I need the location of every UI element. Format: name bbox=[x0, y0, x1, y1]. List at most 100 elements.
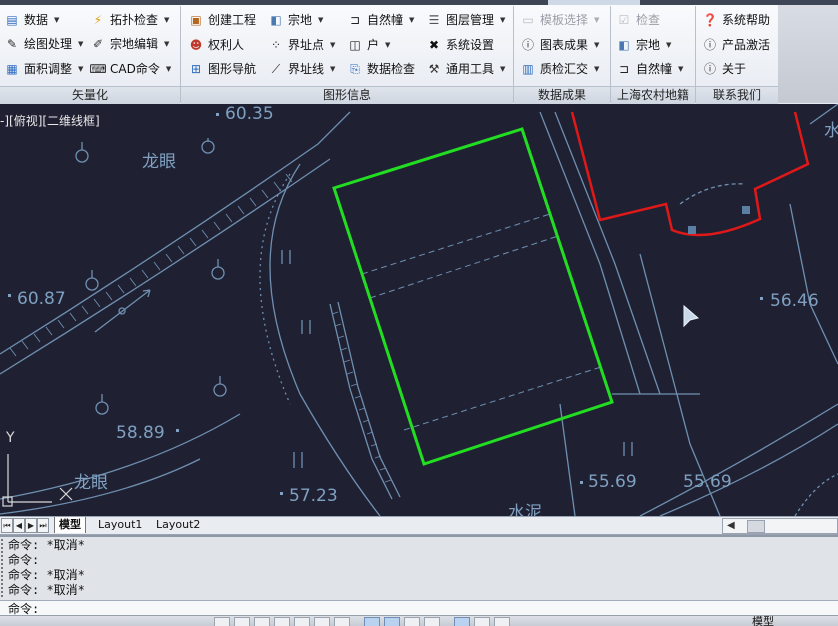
natural-building-button[interactable]: ⊐ 自然幢 ▼ bbox=[345, 10, 416, 30]
template-icon: ▭ bbox=[522, 13, 534, 27]
right-holder-button[interactable]: ☻ 权利人 bbox=[186, 35, 246, 55]
viewport-label[interactable]: -][俯视][二维线框] bbox=[0, 112, 100, 129]
command-history-line: 命令: *取消* bbox=[8, 568, 85, 582]
chevron-down-icon: ▼ bbox=[385, 41, 391, 49]
data-check-button[interactable]: ⎘ 数据检查 bbox=[345, 59, 417, 79]
parcel-button[interactable]: ◧ 宗地 ▼ bbox=[266, 10, 325, 30]
check-button[interactable]: ☑ 检查 bbox=[614, 10, 662, 30]
about-button[interactable]: ⓘ 关于 bbox=[700, 59, 748, 79]
command-history-line: 命令: *取消* bbox=[8, 538, 85, 552]
product-activation-button[interactable]: ⓘ 产品激活 bbox=[700, 35, 772, 55]
area-adjust-button[interactable]: ▦ 面积调整 ▼ bbox=[2, 59, 85, 79]
first-tab-button[interactable]: ⏮ bbox=[1, 518, 13, 533]
group-label-shanghai-cadastre: 上海农村地籍 bbox=[611, 86, 695, 104]
chevron-down-icon: ▼ bbox=[318, 16, 324, 24]
scroll-thumb[interactable] bbox=[747, 520, 765, 533]
last-tab-button[interactable]: ⏭ bbox=[37, 518, 49, 533]
group-label-contact: 联系我们 bbox=[696, 86, 778, 104]
chevron-down-icon: ▼ bbox=[500, 16, 506, 24]
command-history-line: 命令: *取消* bbox=[8, 583, 85, 597]
tools-icon: ⚒ bbox=[428, 62, 440, 76]
cad-drawing bbox=[0, 104, 838, 516]
scroll-left-icon[interactable]: ◀ bbox=[727, 519, 735, 533]
tab-layout2[interactable]: Layout2 bbox=[152, 517, 204, 533]
ribbon-empty-area bbox=[778, 5, 838, 103]
qc-summary-button[interactable]: ▥ 质检汇交 ▼ bbox=[518, 59, 601, 79]
cad-icon: ⌨ bbox=[89, 62, 107, 76]
data-check-icon: ⎘ bbox=[350, 62, 360, 76]
data-menu-button[interactable]: ▤ 数据 ▼ bbox=[2, 10, 61, 30]
parcel-icon: ◧ bbox=[270, 13, 282, 27]
horizontal-scrollbar[interactable]: ◀ bbox=[722, 518, 838, 534]
prev-tab-button[interactable]: ◀ bbox=[13, 518, 25, 533]
status-bar: 模型 bbox=[0, 615, 838, 626]
building-outline-icon: ⊐ bbox=[618, 62, 630, 76]
navigation-icon: ⊞ bbox=[190, 62, 202, 76]
boundary-point-button[interactable]: ⁘ 界址点 ▼ bbox=[266, 35, 337, 55]
info-circle-icon: ⓘ bbox=[703, 38, 716, 52]
elevation-label: 55.69 bbox=[683, 472, 732, 492]
elevation-label: 57.23 bbox=[289, 486, 338, 506]
chevron-down-icon: ▼ bbox=[78, 65, 84, 73]
model-space-label[interactable]: 模型 bbox=[752, 616, 774, 626]
ucs-y-label: Y bbox=[6, 430, 15, 446]
lightning-icon: ⚡ bbox=[93, 13, 103, 27]
land-use-label: 水泥 bbox=[508, 503, 542, 516]
chart-results-button[interactable]: ⓘ 图表成果 ▼ bbox=[518, 35, 601, 55]
elevation-label: 58.89 bbox=[116, 423, 165, 443]
tab-model[interactable]: 模型 bbox=[54, 517, 86, 533]
chevron-down-icon: ▼ bbox=[330, 41, 336, 49]
parcel-edit-button[interactable]: ✐ 宗地编辑 ▼ bbox=[88, 34, 171, 54]
person-icon: ☻ bbox=[189, 38, 203, 52]
layer-manage-button[interactable]: ☰ 图层管理 ▼ bbox=[424, 10, 507, 30]
elevation-label: 60.35 bbox=[225, 104, 274, 124]
general-tools-button[interactable]: ⚒ 通用工具 ▼ bbox=[424, 59, 507, 79]
tab-layout1[interactable]: Layout1 bbox=[94, 517, 146, 533]
land-use-label: 龙眼 bbox=[142, 152, 176, 172]
sh-natural-building-button[interactable]: ⊐ 自然幢 ▼ bbox=[614, 59, 685, 79]
group-label-data-results: 数据成果 bbox=[514, 86, 610, 104]
chevron-down-icon: ▼ bbox=[594, 16, 600, 24]
parcel-icon: ◧ bbox=[618, 38, 630, 52]
next-tab-button[interactable]: ▶ bbox=[25, 518, 37, 533]
command-history: 命令: *取消* 命令: 命令: *取消* 命令: *取消* bbox=[8, 538, 85, 598]
boundary-point-icon: ⁘ bbox=[270, 38, 282, 52]
chevron-down-icon: ▼ bbox=[666, 41, 672, 49]
template-select-button[interactable]: ▭ 模板选择 ▼ bbox=[518, 10, 601, 30]
chevron-down-icon: ▼ bbox=[409, 16, 415, 24]
system-help-button[interactable]: ❓ 系统帮助 bbox=[700, 10, 772, 30]
chevron-down-icon: ▼ bbox=[594, 65, 600, 73]
land-use-label: 水 bbox=[824, 121, 838, 141]
command-window: 命令: *取消* 命令: 命令: *取消* 命令: *取消* 命令: bbox=[0, 535, 838, 618]
area-icon: ▦ bbox=[6, 62, 18, 76]
chevron-down-icon: ▼ bbox=[330, 65, 336, 73]
graphic-navigation-button[interactable]: ⊞ 图形导航 bbox=[186, 59, 258, 79]
land-use-label: 龙眼 bbox=[74, 473, 108, 493]
draw-icon: ✎ bbox=[6, 37, 18, 51]
project-icon: ▣ bbox=[190, 13, 202, 27]
sh-parcel-button[interactable]: ◧ 宗地 ▼ bbox=[614, 35, 673, 55]
boundary-line-button[interactable]: ⟋ 界址线 ▼ bbox=[266, 59, 337, 79]
create-project-button[interactable]: ▣ 创建工程 bbox=[186, 10, 258, 30]
active-ribbon-tab[interactable] bbox=[548, 0, 640, 5]
chevron-down-icon: ▼ bbox=[594, 41, 600, 49]
layers-icon: ☰ bbox=[428, 13, 440, 27]
cad-command-button[interactable]: ⌨ CAD命令 ▼ bbox=[88, 59, 173, 79]
checkbox-icon: ☑ bbox=[618, 13, 630, 27]
boundary-line-icon: ⟋ bbox=[271, 62, 281, 76]
group-label-vectorize: 矢量化 bbox=[0, 86, 180, 104]
help-icon: ❓ bbox=[702, 13, 718, 27]
ribbon-tab-strip bbox=[0, 0, 838, 5]
command-window-grip[interactable] bbox=[1, 539, 6, 597]
elevation-label: 60.87 bbox=[17, 289, 66, 309]
drawing-process-button[interactable]: ✎ 绘图处理 ▼ bbox=[2, 34, 85, 54]
system-settings-button[interactable]: ✖ 系统设置 bbox=[424, 35, 496, 55]
household-icon: ◫ bbox=[349, 38, 361, 52]
chevron-down-icon: ▼ bbox=[165, 65, 172, 73]
info-circle-icon: ⓘ bbox=[521, 38, 534, 52]
group-label-graphic-info: 图形信息 bbox=[181, 86, 513, 104]
qc-icon: ▥ bbox=[522, 62, 534, 76]
drawing-canvas[interactable]: -][俯视][二维线框] 60.35 龙眼 60.87 58.89 龙眼 57.… bbox=[0, 104, 838, 516]
household-button[interactable]: ◫ 户 ▼ bbox=[345, 35, 392, 55]
topology-check-button[interactable]: ⚡ 拓扑检查 ▼ bbox=[88, 10, 171, 30]
